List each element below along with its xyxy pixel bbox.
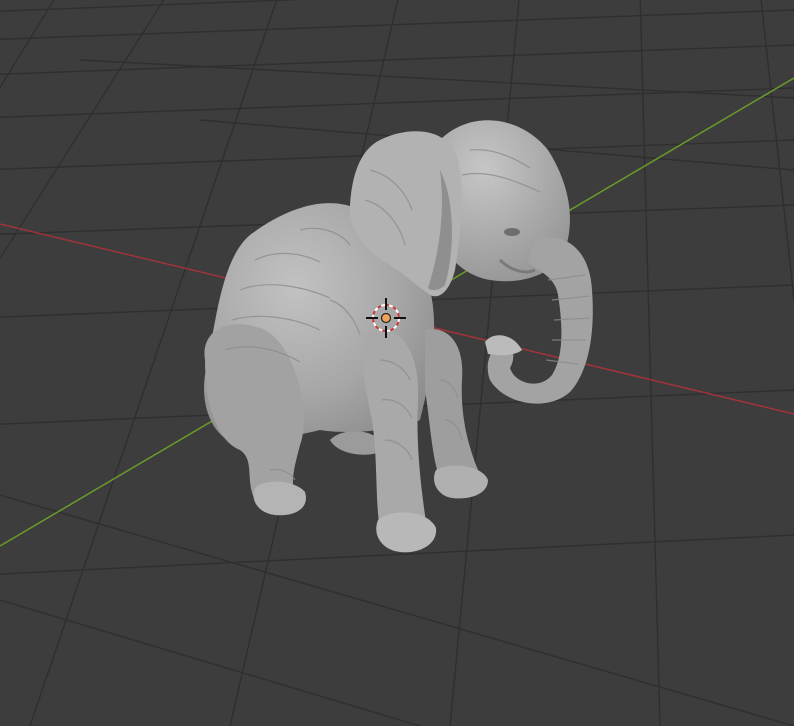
elephant-eye <box>504 228 520 236</box>
elephant-front-foot-near[interactable] <box>376 512 437 553</box>
elephant-front-foot-far[interactable] <box>433 465 488 499</box>
elephant-trunk-tip[interactable] <box>485 335 522 356</box>
elephant-mesh[interactable] <box>204 120 593 553</box>
elephant-back-foot[interactable] <box>253 481 306 516</box>
elephant-front-leg-far[interactable] <box>425 329 479 486</box>
viewport-canvas[interactable] <box>0 0 794 726</box>
3d-viewport[interactable] <box>0 0 794 726</box>
